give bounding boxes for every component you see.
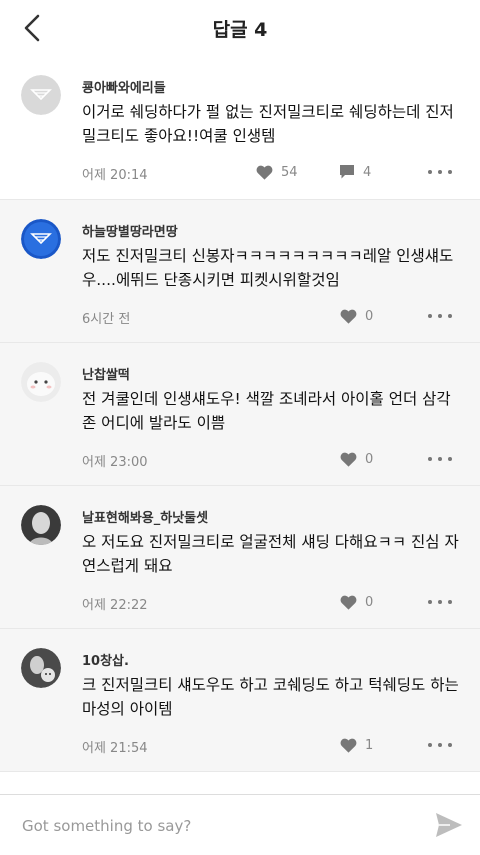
reply-item: 10창삽. 크 진저밀크티 섀도우도 하고 코쉐딩도 하고 턱쉐딩도 하는 마성… <box>0 629 480 772</box>
reply-timestamp: 어제 20:14 <box>82 168 148 183</box>
like-button[interactable]: 0 <box>340 449 373 469</box>
like-count: 1 <box>365 737 374 753</box>
reply-item: 난찹쌀떡 전 겨쿨인데 인생섀도우! 색깔 조녜라서 아이홀 언더 삼각존 어디… <box>0 343 480 486</box>
avatar[interactable] <box>21 219 61 259</box>
header: 답글 4 <box>0 0 480 56</box>
heart-icon <box>340 595 357 610</box>
more-options-icon[interactable] <box>428 164 452 180</box>
comment-button[interactable]: 4 <box>339 162 371 182</box>
like-count: 54 <box>281 164 298 180</box>
avatar[interactable] <box>21 505 61 545</box>
reply-timestamp: 어제 23:00 <box>82 455 148 470</box>
reply-text: 저도 진저밀크티 신봉자ㅋㅋㅋㅋㅋㅋㅋㅋㅋ레알 인생섀도우....에뛰드 단종시… <box>82 247 454 289</box>
like-count: 0 <box>365 308 374 324</box>
like-button[interactable]: 54 <box>256 162 298 182</box>
more-options-icon[interactable] <box>428 737 452 753</box>
heart-icon <box>340 738 357 753</box>
like-button[interactable]: 1 <box>340 735 373 755</box>
reply-username[interactable]: 하늘땅별땅라면땅 <box>82 221 178 240</box>
reply-username[interactable]: 난찹쌀떡 <box>82 364 130 383</box>
more-options-icon[interactable] <box>428 594 452 610</box>
reply-composer <box>0 794 480 855</box>
reply-text: 이거로 쉐딩하다가 펄 없는 진저밀크티로 쉐딩하는데 진저밀크티도 좋아요!!… <box>82 103 454 145</box>
reply-timestamp: 어제 22:22 <box>82 598 148 613</box>
reply-username[interactable]: 날표현해봐용_하낫둘셋 <box>82 507 208 526</box>
heart-icon <box>340 309 357 324</box>
avatar[interactable] <box>21 648 61 688</box>
like-button[interactable]: 0 <box>340 306 373 326</box>
reply-item: 하늘땅별땅라면땅 저도 진저밀크티 신봉자ㅋㅋㅋㅋㅋㅋㅋㅋㅋ레알 인생섀도우..… <box>0 200 480 343</box>
reply-timestamp: 6시간 전 <box>82 312 131 327</box>
comment-count: 4 <box>363 164 372 180</box>
reply-text: 전 겨쿨인데 인생섀도우! 색깔 조녜라서 아이홀 언더 삼각존 어디에 발라도… <box>82 390 451 432</box>
page-title: 답글 4 <box>212 19 268 41</box>
heart-icon <box>256 165 273 180</box>
comment-icon <box>340 165 354 179</box>
avatar[interactable] <box>21 362 61 402</box>
reply-timestamp: 어제 21:54 <box>82 741 148 756</box>
more-options-icon[interactable] <box>428 308 452 324</box>
like-count: 0 <box>365 594 374 610</box>
send-icon <box>436 813 462 837</box>
like-button[interactable]: 0 <box>340 592 373 612</box>
reply-list: 쿙아빠와에리들 이거로 쉐딩하다가 펄 없는 진저밀크티로 쉐딩하는데 진저밀크… <box>0 56 480 794</box>
reply-text: 크 진저밀크티 섀도우도 하고 코쉐딩도 하고 턱쉐딩도 하는 마성의 아이템 <box>82 676 459 718</box>
more-options-icon[interactable] <box>428 451 452 467</box>
reply-item: 쿙아빠와에리들 이거로 쉐딩하다가 펄 없는 진저밀크티로 쉐딩하는데 진저밀크… <box>0 56 480 200</box>
avatar[interactable] <box>21 75 61 115</box>
like-count: 0 <box>365 451 374 467</box>
reply-input[interactable] <box>20 813 404 839</box>
reply-username[interactable]: 쿙아빠와에리들 <box>82 77 166 96</box>
reply-username[interactable]: 10창삽. <box>82 650 129 669</box>
send-button[interactable] <box>434 811 464 839</box>
heart-icon <box>340 452 357 467</box>
reply-text: 오 저도요 진저밀크티로 얼굴전체 섀딩 다해요ㅋㅋ 진심 자연스럽게 돼요 <box>82 533 459 575</box>
reply-item: 날표현해봐용_하낫둘셋 오 저도요 진저밀크티로 얼굴전체 섀딩 다해요ㅋㅋ 진… <box>0 486 480 629</box>
